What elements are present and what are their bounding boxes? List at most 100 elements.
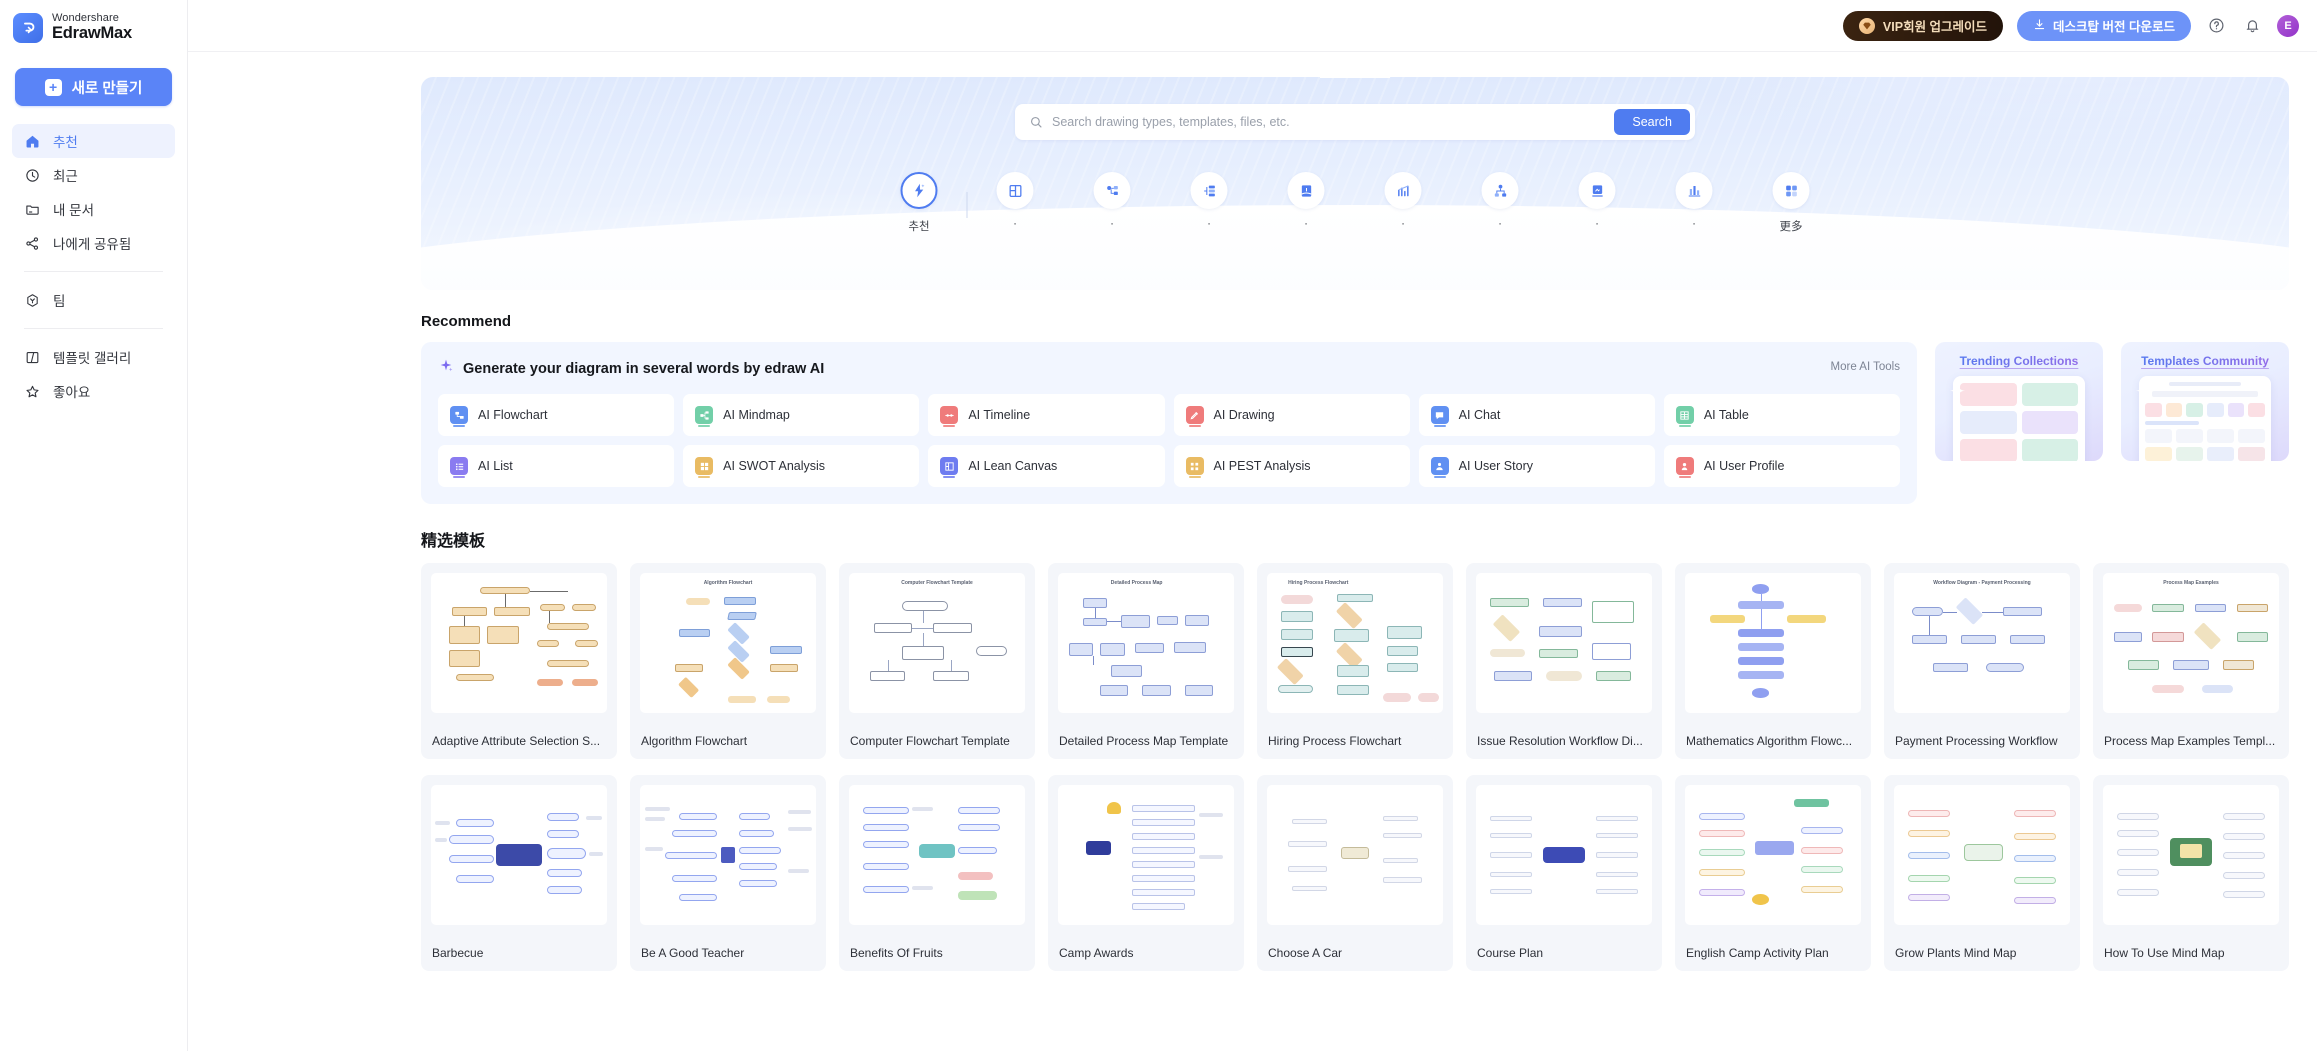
vip-upgrade-button[interactable]: VIP회원 업그레이드 bbox=[1842, 10, 2004, 41]
ai-tools-title: Generate your diagram in several words b… bbox=[463, 360, 825, 377]
ai-tool-label: AI Drawing bbox=[1213, 408, 1275, 422]
template-card[interactable]: Process Map Examples Process Map Example… bbox=[2093, 563, 2289, 759]
category-book[interactable]: · bbox=[1258, 172, 1355, 232]
ai-tool-card[interactable]: AI Mindmap bbox=[683, 394, 920, 436]
sidebar-nav: 추천 최근 내 문서 나에게 공유됨 팀 템플릿 갤러리 좋아요 bbox=[0, 124, 187, 408]
ai-tool-card[interactable]: AI PEST Analysis bbox=[1173, 445, 1410, 487]
template-thumbnail bbox=[1675, 775, 1871, 935]
ai-tool-card[interactable]: AI Flowchart bbox=[438, 394, 675, 436]
help-circle-icon[interactable] bbox=[2205, 15, 2227, 37]
ai-tool-card[interactable]: AI User Profile bbox=[1663, 445, 1900, 487]
template-name: Algorithm Flowchart bbox=[630, 723, 826, 759]
category-more[interactable]: 更多 bbox=[1743, 172, 1840, 233]
template-preview-caption: Detailed Process Map bbox=[1110, 580, 1163, 586]
poster-icon bbox=[1578, 172, 1616, 209]
ai-pest-icon bbox=[1185, 457, 1204, 478]
ai-tool-label: AI Timeline bbox=[968, 408, 1031, 422]
sidebar-item-label: 팀 bbox=[53, 294, 66, 309]
new-document-button[interactable]: + 새로 만들기 bbox=[15, 68, 172, 106]
sidebar-item-my-documents[interactable]: 내 문서 bbox=[12, 192, 175, 226]
search-icon bbox=[1028, 115, 1043, 130]
search-button[interactable]: Search bbox=[1614, 109, 1690, 135]
more-ai-tools-link[interactable]: More AI Tools bbox=[1831, 361, 1900, 373]
template-preview bbox=[431, 573, 607, 713]
category-recommend[interactable]: 추천 bbox=[871, 172, 968, 233]
promo-tile bbox=[2021, 439, 2078, 461]
template-card[interactable]: Course Plan bbox=[1466, 775, 1662, 971]
template-preview: Hiring Process Flowchart bbox=[1267, 573, 1443, 713]
category-mindmap[interactable]: · bbox=[1064, 172, 1161, 232]
clock-icon bbox=[24, 167, 41, 184]
sidebar-item-recent[interactable]: 최근 bbox=[12, 158, 175, 192]
category-poster[interactable]: · bbox=[1549, 172, 1646, 232]
template-card[interactable]: Be A Good Teacher bbox=[630, 775, 826, 971]
sidebar-item-template-gallery[interactable]: 템플릿 갤러리 bbox=[12, 340, 175, 374]
template-name: Computer Flowchart Template bbox=[839, 723, 1035, 759]
plus-icon: + bbox=[44, 78, 62, 96]
sidebar-item-team[interactable]: 팀 bbox=[12, 283, 175, 317]
search-input[interactable] bbox=[1043, 115, 1615, 129]
template-card[interactable]: Benefits Of Fruits bbox=[839, 775, 1035, 971]
template-preview-caption: Workflow Diagram - Payment Processing bbox=[1933, 580, 2031, 586]
avatar[interactable]: E bbox=[2277, 14, 2299, 37]
book-icon bbox=[1287, 172, 1325, 209]
templates-grid-row-2: Barbecue Be A Good Teacher Benefits Of F… bbox=[421, 775, 2289, 971]
template-card[interactable]: Algorithm Flowchart Algorithm Flowchart bbox=[630, 563, 826, 759]
category-label: · bbox=[1207, 218, 1211, 230]
sidebar-item-label: 템플릿 갤러리 bbox=[53, 351, 132, 366]
ai-tools-panel: Generate your diagram in several words b… bbox=[421, 342, 1917, 504]
template-card[interactable]: English Camp Activity Plan bbox=[1675, 775, 1871, 971]
bar-chart-icon bbox=[1675, 172, 1713, 209]
category-org-chart[interactable]: · bbox=[1452, 172, 1549, 232]
template-preview bbox=[1476, 785, 1652, 925]
template-preview: Detailed Process Map bbox=[1058, 573, 1234, 713]
main-area: VIP회원 업그레이드 데스크탑 버전 다운로드 E Search drawin… bbox=[188, 0, 2317, 1051]
ai-tool-label: AI User Story bbox=[1458, 459, 1533, 473]
category-chart-growth[interactable]: · bbox=[1355, 172, 1452, 232]
category-grid-panel[interactable]: · bbox=[967, 172, 1064, 232]
template-card[interactable]: Hiring Process Flowchart Hiring Process … bbox=[1257, 563, 1453, 759]
promo-trending-collections[interactable]: ✦ Trending Collections bbox=[1935, 342, 2103, 461]
template-card[interactable]: Barbecue bbox=[421, 775, 617, 971]
template-card[interactable]: Grow Plants Mind Map bbox=[1884, 775, 2080, 971]
ai-tool-card[interactable]: AI Timeline bbox=[928, 394, 1165, 436]
more-squares-icon bbox=[1772, 172, 1810, 209]
category-bar-chart[interactable]: · bbox=[1646, 172, 1743, 232]
ai-tool-card[interactable]: AI User Story bbox=[1418, 445, 1655, 487]
category-list-tree[interactable]: · bbox=[1161, 172, 1258, 232]
template-card[interactable]: How To Use Mind Map bbox=[2093, 775, 2289, 971]
bell-icon[interactable] bbox=[2241, 15, 2263, 37]
ai-tool-card[interactable]: AI Drawing bbox=[1173, 394, 1410, 436]
sidebar-item-likes[interactable]: 좋아요 bbox=[12, 374, 175, 408]
ai-tool-label: AI Lean Canvas bbox=[968, 459, 1058, 473]
ai-tool-card[interactable]: AI List bbox=[438, 445, 675, 487]
template-card[interactable]: Adaptive Attribute Selection S... bbox=[421, 563, 617, 759]
template-card[interactable]: Issue Resolution Workflow Di... bbox=[1466, 563, 1662, 759]
template-card[interactable]: Computer Flowchart Template Computer Flo… bbox=[839, 563, 1035, 759]
ai-tool-card[interactable]: AI Chat bbox=[1418, 394, 1655, 436]
ai-flowchart-icon bbox=[450, 406, 468, 427]
promo-tile bbox=[2021, 411, 2078, 434]
template-name: Benefits Of Fruits bbox=[839, 935, 1035, 971]
template-preview bbox=[1476, 573, 1652, 713]
template-preview-caption: Process Map Examples bbox=[2163, 580, 2219, 586]
ai-tool-card[interactable]: AI Lean Canvas bbox=[928, 445, 1165, 487]
ai-chat-icon bbox=[1430, 406, 1449, 427]
ai-tool-card[interactable]: AI SWOT Analysis bbox=[683, 445, 920, 487]
template-card[interactable]: Mathematics Algorithm Flowc... bbox=[1675, 563, 1871, 759]
promo-templates-community[interactable]: ✦ Templates Community bbox=[2121, 342, 2289, 461]
sidebar-item-shared-with-me[interactable]: 나에게 공유됨 bbox=[12, 226, 175, 260]
ai-tool-card[interactable]: AI Table bbox=[1663, 394, 1900, 436]
template-preview: Process Map Examples bbox=[2103, 573, 2279, 713]
avatar-initial: E bbox=[2284, 19, 2292, 32]
category-label: · bbox=[1498, 218, 1502, 230]
template-thumbnail: Workflow Diagram - Payment Processing bbox=[1884, 563, 2080, 723]
sidebar-item-label: 추천 bbox=[53, 135, 78, 150]
sidebar-item-recommend[interactable]: 추천 bbox=[12, 124, 175, 158]
template-card[interactable]: Workflow Diagram - Payment Processing Pa… bbox=[1884, 563, 2080, 759]
download-desktop-button[interactable]: 데스크탑 버전 다운로드 bbox=[2017, 10, 2191, 41]
template-card[interactable]: Choose A Car bbox=[1257, 775, 1453, 971]
template-card[interactable]: Detailed Process Map Detailed Process Ma… bbox=[1048, 563, 1244, 759]
hero-notch bbox=[1320, 77, 1390, 78]
template-card[interactable]: Camp Awards bbox=[1048, 775, 1244, 971]
